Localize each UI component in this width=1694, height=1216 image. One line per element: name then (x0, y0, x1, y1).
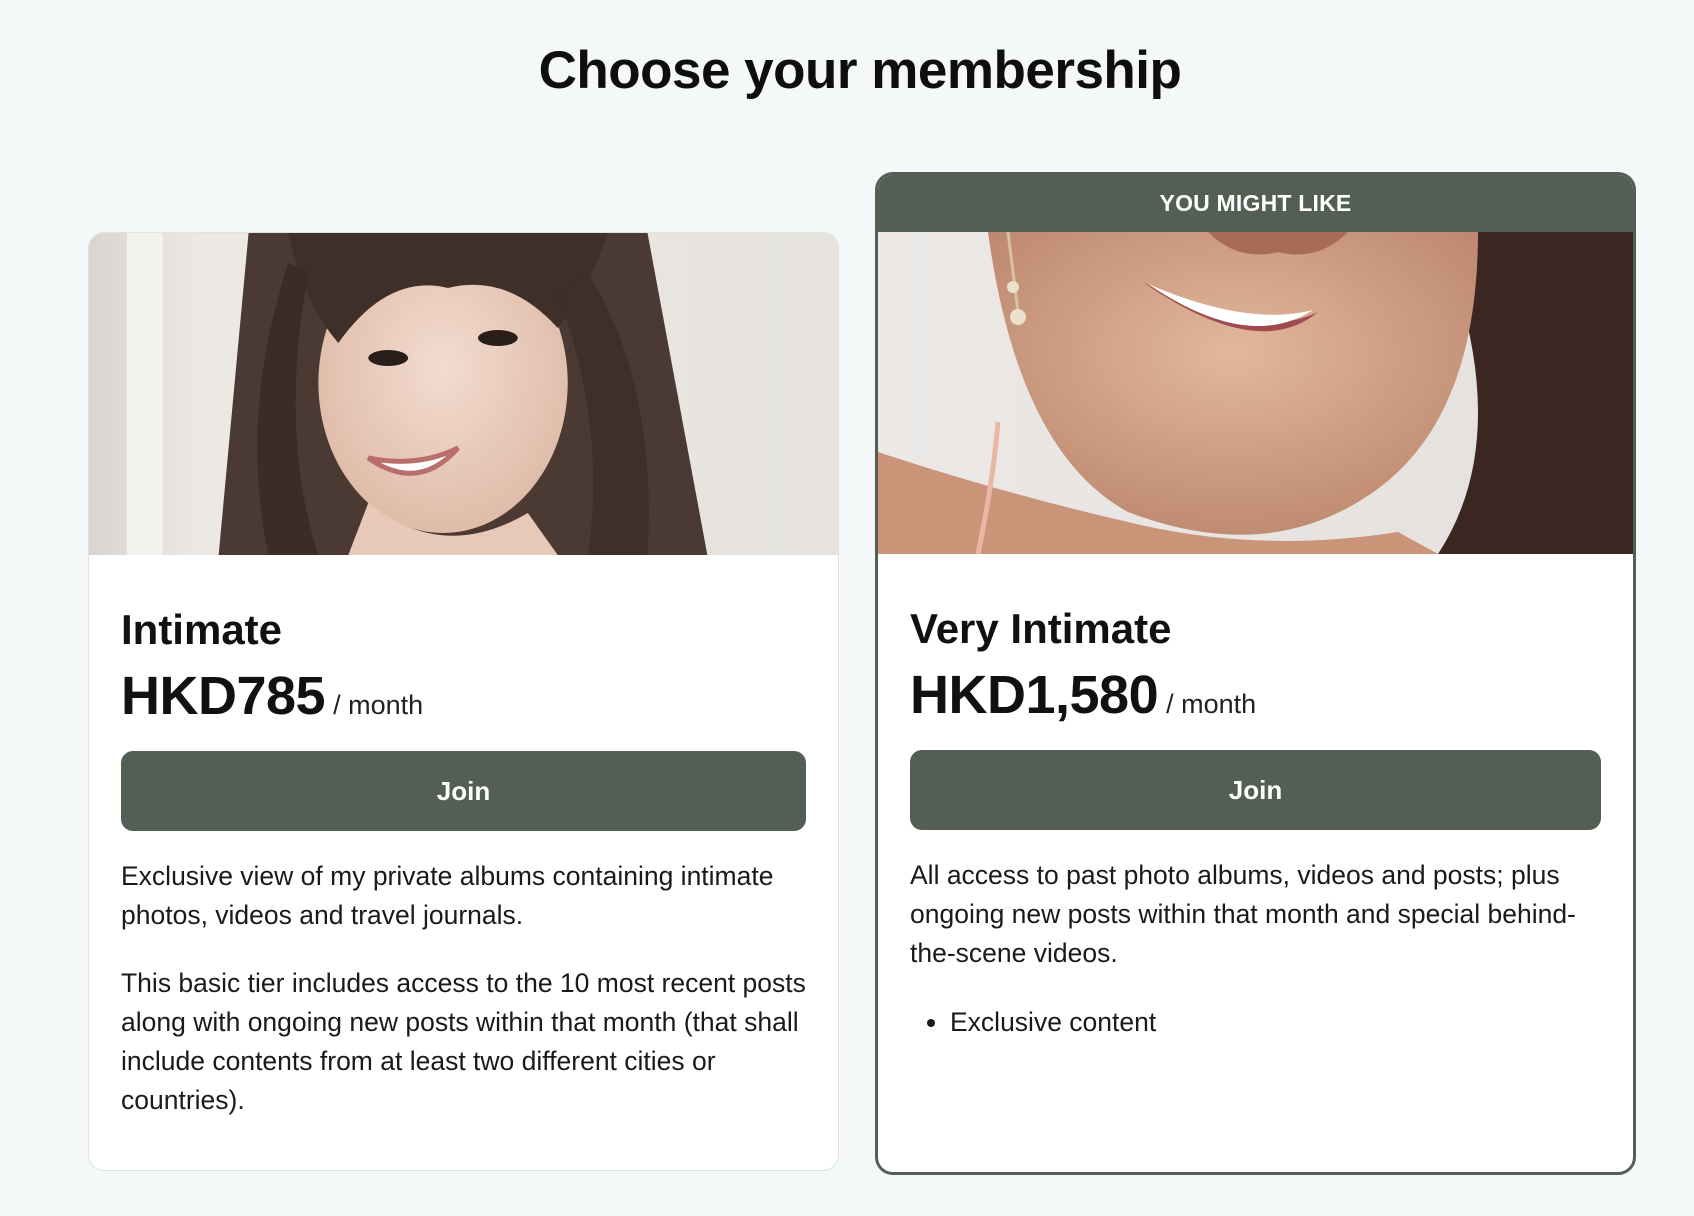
tier-description: Exclusive view of my private albums cont… (121, 857, 806, 1120)
tier-description: All access to past photo albums, videos … (910, 856, 1601, 973)
tier-image-intimate (89, 233, 838, 555)
benefit-item: Exclusive content (950, 1003, 1601, 1042)
tier-name: Intimate (121, 606, 283, 653)
tier-card-intimate: Intimate HKD785 / month Join Exclusive v… (88, 232, 839, 1171)
recommended-badge: YOU MIGHT LIKE (878, 175, 1633, 232)
price-row: HKD785 / month (121, 665, 806, 727)
description-paragraph: This basic tier includes access to the 1… (121, 968, 806, 1116)
join-button-intimate[interactable]: Join (121, 751, 806, 832)
tier-name: Very Intimate (910, 605, 1172, 652)
tier-period: / month (333, 690, 424, 721)
description-paragraph: Exclusive view of my private albums cont… (121, 861, 774, 931)
page-title: Choose your membership (538, 41, 1182, 100)
tier-card-very-intimate: YOU MIGHT LIKE Very Intimate HKD1,580 / … (875, 172, 1636, 1175)
price-row: HKD1,580 / month (910, 664, 1601, 726)
tier-image-very-intimate (878, 232, 1633, 554)
join-button-very-intimate[interactable]: Join (910, 750, 1601, 831)
tier-price: HKD1,580 (910, 665, 1159, 726)
benefits-list: Exclusive content (910, 1003, 1601, 1042)
description-paragraph: All access to past photo albums, videos … (910, 860, 1576, 969)
tier-period: / month (1166, 689, 1257, 720)
tier-price: HKD785 (121, 666, 326, 727)
